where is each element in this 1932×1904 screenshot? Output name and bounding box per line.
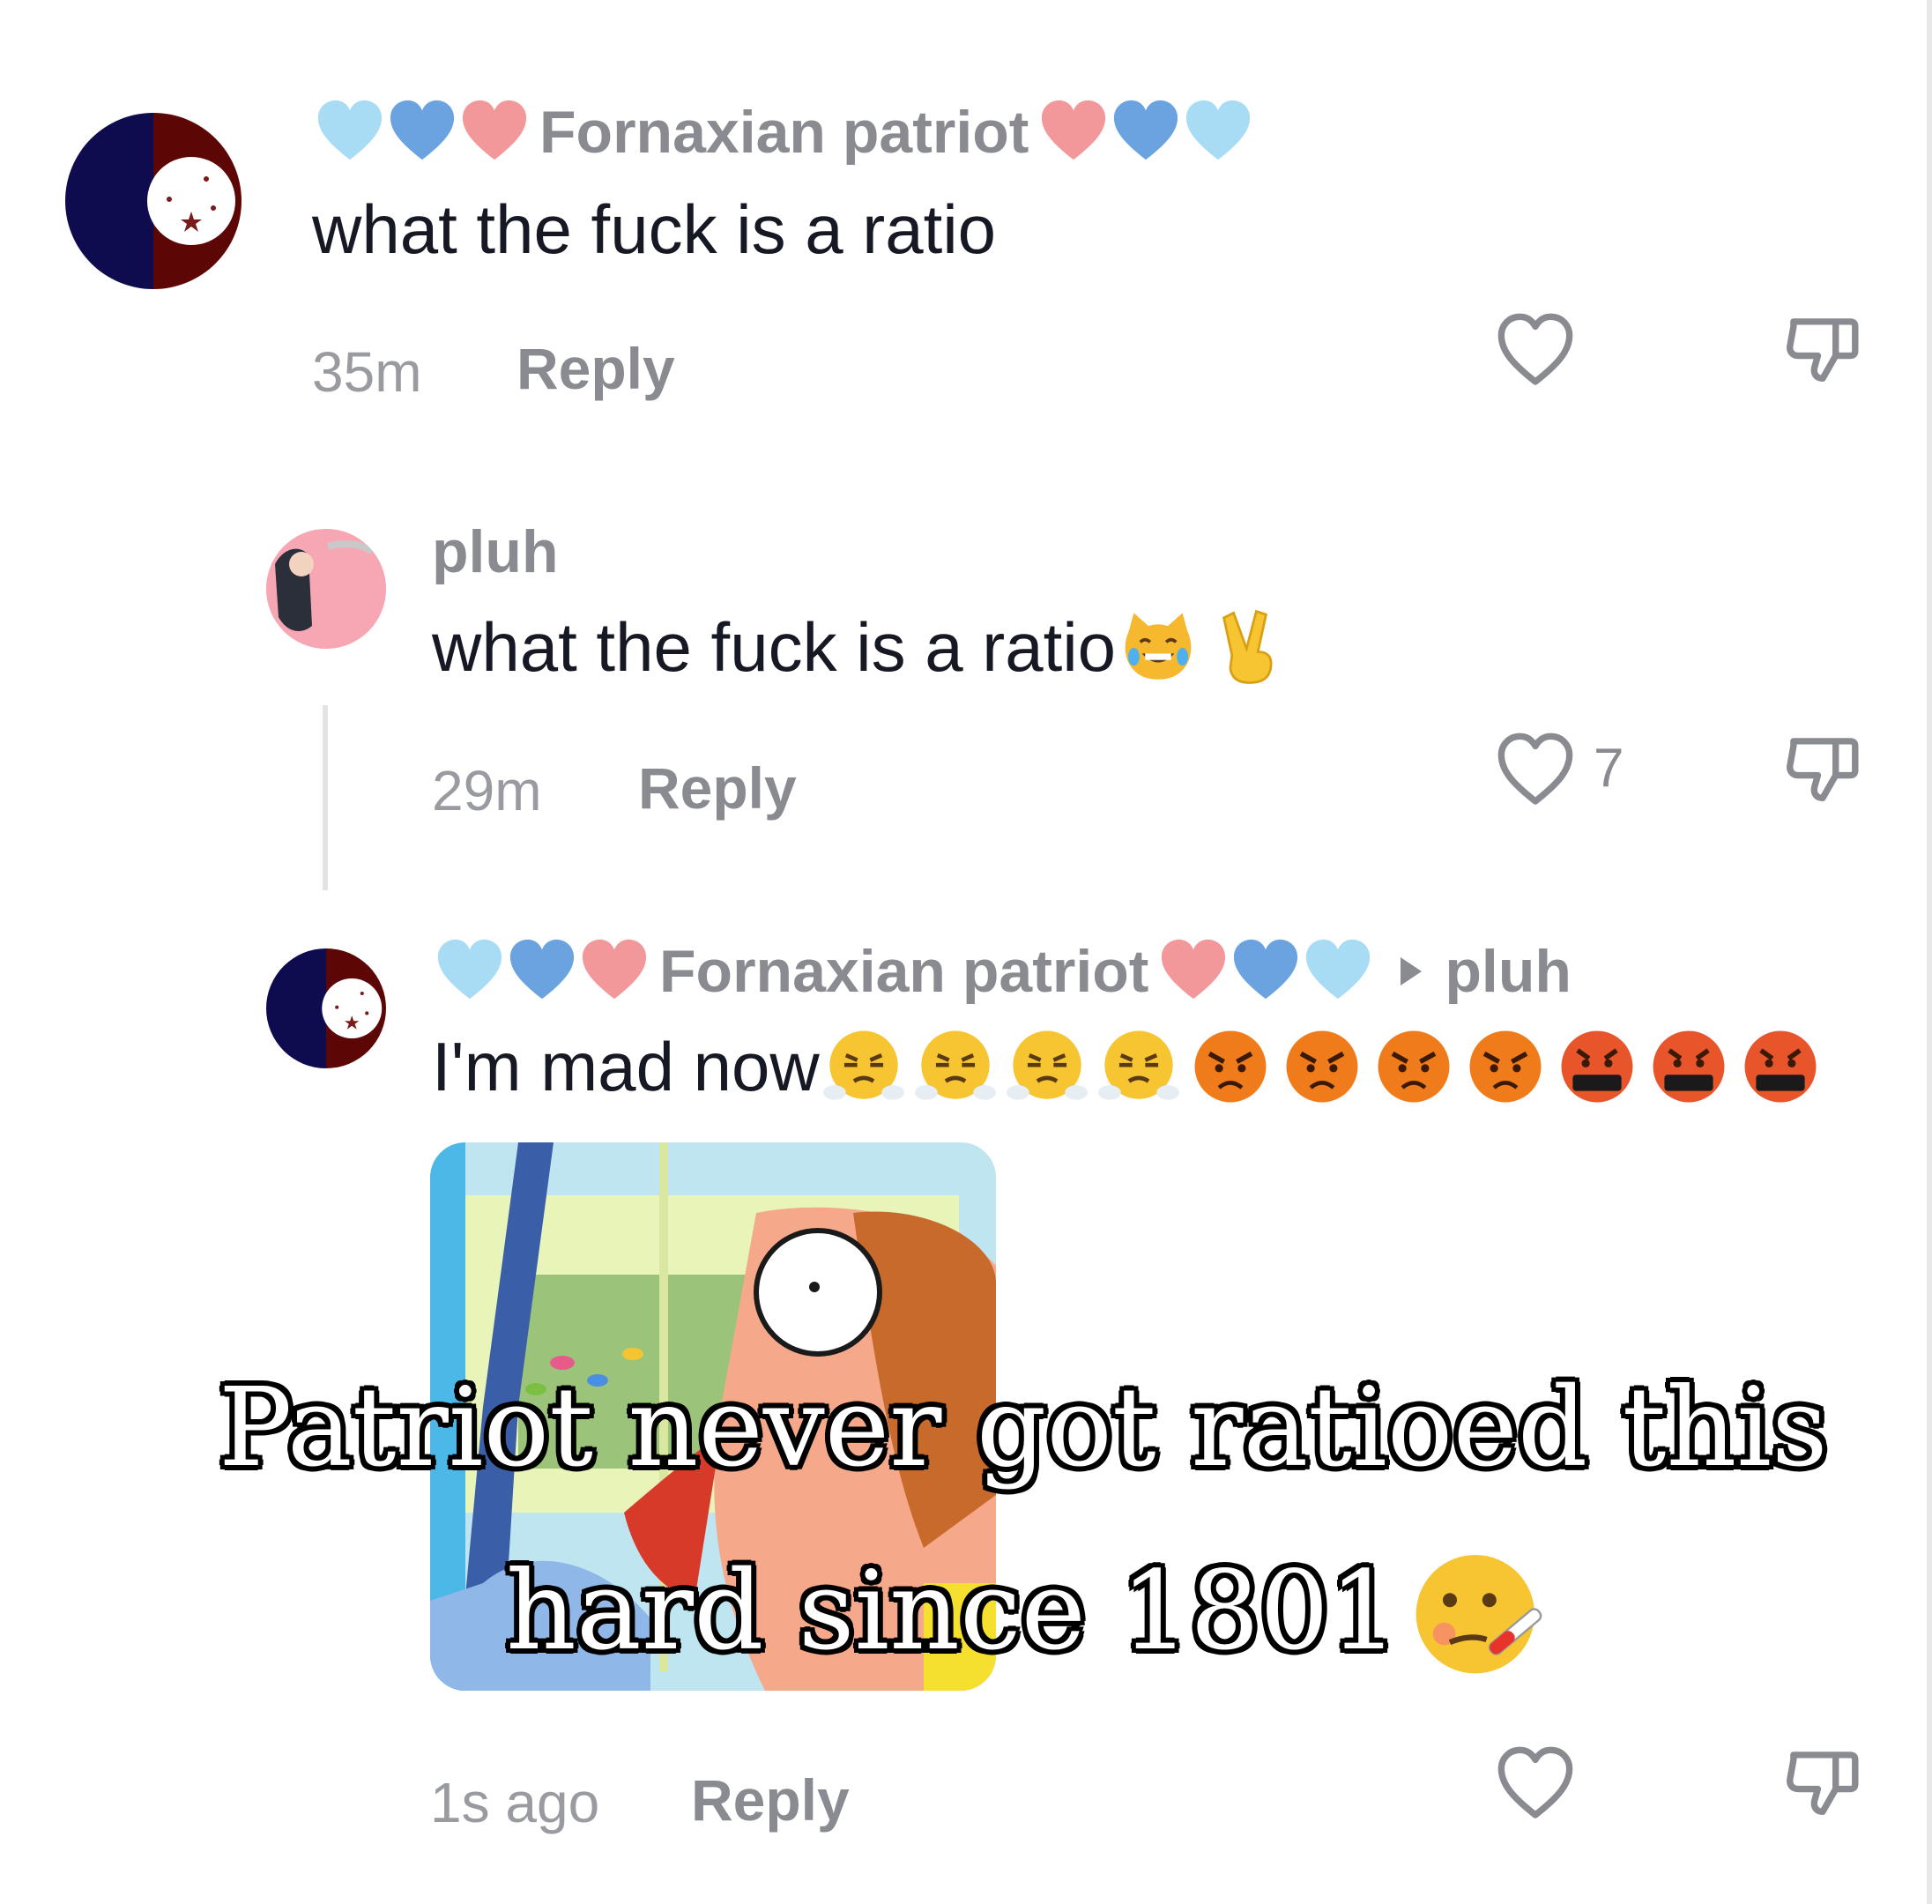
avatar[interactable] [266, 948, 386, 1068]
blue-heart-icon [1230, 935, 1302, 1008]
avatar[interactable] [65, 113, 242, 289]
angry-face-icon [1282, 1026, 1363, 1107]
comment-text-label: I'm mad now [432, 1027, 820, 1105]
comment-username[interactable]: Fornaxian patriot [314, 95, 1254, 169]
reply-button[interactable]: Reply [691, 1766, 850, 1833]
angry-face-icon [1465, 1026, 1546, 1107]
comment-text: what the fuck is a ratio [312, 190, 997, 268]
face-with-thermometer-icon [1408, 1541, 1549, 1682]
cat-tears-of-joy-icon [1118, 606, 1199, 688]
light-blue-heart-icon [314, 96, 386, 168]
reply-to-username[interactable]: pluh [1445, 937, 1572, 1006]
light-blue-heart-icon [1182, 96, 1254, 168]
face-with-steam-icon [1097, 1026, 1179, 1107]
blue-heart-icon [506, 935, 578, 1008]
comment-username[interactable]: pluh [432, 515, 559, 589]
victory-hand-icon [1209, 606, 1290, 688]
username-label: Fornaxian patriot [659, 938, 1149, 1005]
right-edge-divider [1927, 0, 1932, 1904]
angry-face-icon [1373, 1026, 1454, 1107]
fornaxian-flag-avatar-icon [266, 948, 386, 1068]
thread-line [323, 705, 328, 890]
overlay-caption-line-2-text: hard since 1801 [506, 1548, 1399, 1675]
comment-text: what the fuck is a ratio [432, 603, 1290, 691]
face-with-steam-icon [1006, 1026, 1088, 1107]
comment-timestamp: 35m [312, 340, 422, 404]
comment-text-label: what the fuck is a ratio [432, 607, 1117, 686]
overlay-caption-line-1: Patriot never got ratioed this [219, 1365, 1828, 1491]
blue-heart-icon [1110, 96, 1182, 168]
heart-outline-icon[interactable] [1495, 1744, 1576, 1825]
light-blue-heart-icon [1302, 935, 1374, 1008]
thumbs-down-icon[interactable] [1782, 730, 1863, 811]
light-blue-heart-icon [434, 935, 506, 1008]
face-with-symbols-on-mouth-icon [1740, 1026, 1821, 1107]
avatar[interactable] [266, 529, 386, 649]
fornaxian-flag-avatar-icon [65, 113, 242, 289]
reply-button[interactable]: Reply [638, 755, 797, 822]
face-with-symbols-on-mouth-icon [1648, 1026, 1729, 1107]
triangle-right-icon [1401, 957, 1423, 985]
face-with-steam-icon [914, 1026, 996, 1107]
thumbs-down-icon[interactable] [1782, 310, 1863, 391]
pink-heart-icon [1157, 935, 1230, 1008]
heart-outline-icon[interactable] [1495, 310, 1576, 391]
overlay-caption-line-2: hard since 1801 [506, 1541, 1549, 1682]
face-with-symbols-on-mouth-icon [1557, 1026, 1638, 1107]
comment-username[interactable]: Fornaxian patriot pluh [434, 934, 1572, 1008]
thumbs-down-icon[interactable] [1782, 1744, 1863, 1825]
pink-heart-icon [578, 935, 650, 1008]
comment-timestamp: 1s ago [430, 1771, 600, 1834]
like-count: 7 [1594, 738, 1624, 799]
heart-outline-icon[interactable] [1495, 730, 1576, 811]
pink-heart-icon [1037, 96, 1110, 168]
character-avatar-icon [266, 529, 386, 649]
pink-heart-icon [458, 96, 531, 168]
comment-timestamp: 29m [432, 759, 542, 822]
blue-heart-icon [386, 96, 458, 168]
angry-face-icon [1190, 1026, 1271, 1107]
comment-text: I'm mad now [432, 1023, 1821, 1111]
reply-button[interactable]: Reply [516, 335, 675, 402]
face-with-steam-icon [822, 1026, 904, 1107]
username-label: Fornaxian patriot [539, 99, 1029, 166]
